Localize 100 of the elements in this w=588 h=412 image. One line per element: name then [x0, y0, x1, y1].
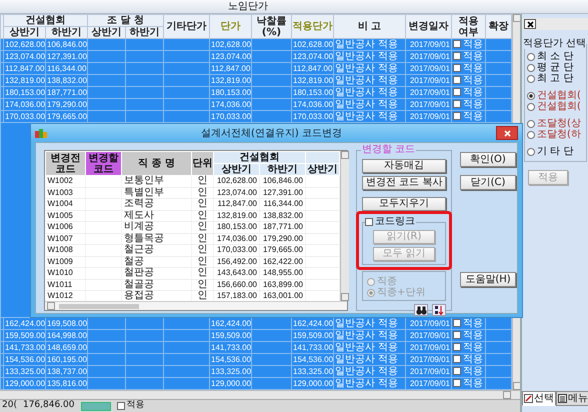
- column-header: 건설협회: [214, 152, 306, 164]
- table-cell: 일반공사 적용: [334, 74, 406, 86]
- table-cell: 일반공사 적용: [334, 50, 406, 62]
- checkbox[interactable]: [453, 100, 461, 108]
- table-cell: 일반공사 적용: [334, 86, 406, 98]
- action-button[interactable]: 자동매김: [362, 159, 446, 173]
- sort-button[interactable]: [432, 304, 446, 316]
- table-cell: 180,153.00: [214, 222, 260, 233]
- action-button[interactable]: 모두지우기: [362, 197, 446, 211]
- checkbox[interactable]: [453, 40, 461, 48]
- column-header: 낙찰률(%): [252, 14, 292, 38]
- checkbox-label: 적용: [463, 342, 483, 353]
- radio-button[interactable]: [527, 64, 535, 72]
- radio-label: 평 균 단: [537, 62, 574, 73]
- table-cell: W1011: [46, 279, 86, 290]
- radio-button[interactable]: [527, 102, 535, 110]
- table-cell: 2017/09/01: [406, 366, 452, 378]
- table-cell: 일반공사 적용: [334, 378, 406, 390]
- column-header: 기타단가: [164, 14, 210, 38]
- tab[interactable]: 선택: [522, 391, 556, 406]
- column-header: 적용 여부: [452, 14, 486, 38]
- table-cell: 철근공: [122, 244, 192, 256]
- table-cell: 2017/09/01: [406, 98, 452, 110]
- checkbox-label: 적용: [463, 330, 483, 341]
- table-cell: 179,665.00: [260, 244, 306, 256]
- radio-button[interactable]: [527, 92, 535, 100]
- find-button[interactable]: [414, 304, 428, 316]
- radio-label: 최 고 단: [537, 73, 574, 84]
- radio-label: 건설협회(: [537, 101, 581, 112]
- table-cell: 187,771.00: [260, 222, 306, 233]
- checkbox[interactable]: [453, 88, 461, 96]
- close-button[interactable]: [496, 126, 518, 140]
- dialog-button[interactable]: 확인(O): [460, 152, 516, 167]
- column-header: 확장: [486, 14, 512, 38]
- radio-button[interactable]: [527, 130, 535, 138]
- column-header: 단위: [192, 152, 214, 176]
- checkbox[interactable]: [453, 52, 461, 60]
- list-icon: [558, 394, 567, 403]
- table-cell: 2017/09/01: [406, 330, 452, 342]
- radio-button[interactable]: [527, 148, 535, 156]
- checkbox[interactable]: [453, 343, 461, 351]
- checkbox[interactable]: [116, 402, 124, 410]
- checkbox[interactable]: [453, 355, 461, 363]
- table-cell: 156,492.00: [214, 256, 260, 268]
- checkbox[interactable]: [453, 367, 461, 375]
- radio-label: 기 타 단: [537, 146, 574, 157]
- action-button[interactable]: 변경전 코드 복사: [362, 176, 446, 190]
- checkbox[interactable]: [365, 218, 373, 226]
- window-title: 노임단가: [0, 0, 588, 14]
- column-header: 변경전 코드: [46, 152, 86, 176]
- radio-button[interactable]: [527, 52, 535, 60]
- checkbox[interactable]: [453, 319, 461, 327]
- tab[interactable]: 메뉴: [556, 391, 588, 406]
- column-header: 비 고: [334, 14, 406, 38]
- table-cell: 인: [192, 256, 214, 268]
- checkbox-label: 적용: [463, 378, 483, 389]
- scrollbar-thumb[interactable]: [59, 304, 139, 309]
- table-cell: 2017/09/01: [406, 62, 452, 74]
- radio-button[interactable]: [527, 74, 535, 82]
- table-cell: 2017/09/01: [406, 354, 452, 366]
- checkbox-label: 코드링크: [373, 216, 416, 228]
- column-header: 조 달 청: [88, 14, 164, 26]
- table-cell: 156,660.00: [214, 279, 260, 290]
- column-header: 상반기: [214, 164, 260, 176]
- checkbox[interactable]: [453, 64, 461, 72]
- table-cell: 일반공사 적용: [334, 330, 406, 342]
- checkbox[interactable]: [453, 76, 461, 84]
- checkbox[interactable]: [453, 331, 461, 339]
- table-cell: 106,846.00: [260, 176, 306, 187]
- dialog-button[interactable]: 도움말(H): [460, 272, 516, 287]
- table-cell: 일반공사 적용: [334, 98, 406, 110]
- table-cell: 일반공사 적용: [334, 38, 406, 50]
- dialog-button[interactable]: 닫기(C): [460, 175, 516, 190]
- table-cell: 116,344.00: [260, 198, 306, 210]
- table-cell: W1010: [46, 268, 86, 279]
- radio-label: 직종+단위: [377, 287, 426, 298]
- table-cell: W1009: [46, 256, 86, 268]
- table-cell: 2017/09/01: [406, 38, 452, 50]
- column-header: 단가: [210, 14, 252, 38]
- indicator-box: [80, 402, 110, 410]
- table-cell: 138,832.00: [260, 210, 306, 222]
- table-cell: 인: [192, 268, 214, 279]
- table-cell: 일반공사 적용: [334, 342, 406, 354]
- table-cell: 2017/09/01: [406, 110, 452, 122]
- checkbox-label: 적용: [463, 51, 483, 62]
- table-cell: 비계공: [122, 222, 192, 233]
- checkbox[interactable]: [453, 379, 461, 387]
- column-header: 변경일자: [406, 14, 452, 38]
- checkbox-label: 적용: [463, 63, 483, 74]
- table-cell: 162,422.00: [260, 256, 306, 268]
- column-header: 하반기: [260, 164, 306, 176]
- checkbox[interactable]: [453, 112, 461, 120]
- table-cell: 보통인부: [122, 176, 192, 187]
- table-cell: 170,033.00: [214, 244, 260, 256]
- radio-button[interactable]: [527, 120, 535, 128]
- table-cell: W1008: [46, 244, 86, 256]
- table-cell: 인: [192, 187, 214, 198]
- close-button[interactable]: [524, 19, 536, 29]
- checkbox-label: 적용: [463, 366, 483, 377]
- checkbox-label: 적용: [463, 39, 483, 50]
